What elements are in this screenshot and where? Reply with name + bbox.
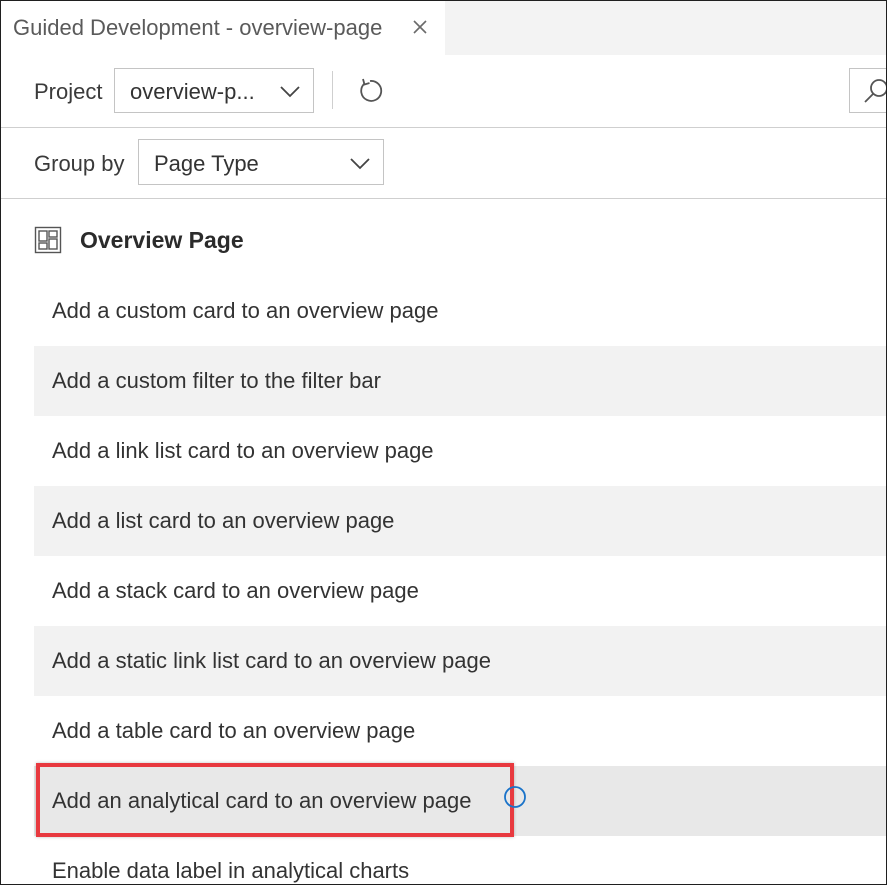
list-item-label: Enable data label in analytical charts: [52, 858, 410, 883]
list-item-label: Add a stack card to an overview page: [52, 578, 419, 603]
list-item[interactable]: Add a static link list card to an overvi…: [34, 626, 886, 696]
group-by-bar: Group by Page Type: [1, 128, 886, 199]
tab-guided-development[interactable]: Guided Development - overview-page: [1, 1, 445, 55]
group-by-select-value: Page Type: [154, 151, 259, 176]
group-by-label: Group by: [34, 151, 125, 176]
list-item-label: Add a custom filter to the filter bar: [52, 368, 381, 393]
list-item-label: Add a table card to an overview page: [52, 718, 416, 743]
search-icon: [864, 79, 886, 103]
info-icon[interactable]: [503, 785, 527, 809]
list-item-label: Add a custom card to an overview page: [52, 298, 439, 323]
list-item[interactable]: Enable data label in analytical charts: [34, 836, 886, 884]
refresh-icon[interactable]: [355, 76, 385, 106]
list-item[interactable]: Add a link list card to an overview page: [34, 416, 886, 486]
list-item-label: Add a link list card to an overview page: [52, 438, 434, 463]
overview-page-icon: [34, 226, 62, 254]
list-item[interactable]: Add a stack card to an overview page: [34, 556, 886, 626]
section-title: Overview Page: [80, 227, 244, 253]
list-item[interactable]: Add a custom filter to the filter bar: [34, 346, 886, 416]
guided-development-panel: Guided Development - overview-page Proje…: [0, 0, 887, 885]
guided-development-list: Add a custom card to an overview page Ad…: [34, 276, 886, 884]
list-item[interactable]: Add a custom card to an overview page: [34, 276, 886, 346]
chevron-down-icon: [278, 79, 302, 103]
list-item-label: Add a static link list card to an overvi…: [52, 648, 492, 673]
project-toolbar: Project overview-p...: [1, 55, 886, 128]
project-label: Project: [34, 79, 103, 104]
chevron-down-icon: [348, 151, 372, 175]
list-item-label: Add a list card to an overview page: [52, 508, 395, 533]
list-item[interactable]: Add a table card to an overview page: [34, 696, 886, 766]
search-button[interactable]: [849, 68, 886, 113]
tab-title: Guided Development - overview-page: [13, 15, 383, 40]
tab-bar: Guided Development - overview-page: [1, 1, 886, 55]
toolbar-divider: [332, 71, 333, 109]
group-by-select[interactable]: Page Type: [138, 139, 384, 185]
project-select[interactable]: overview-p...: [114, 68, 314, 113]
list-item-analytical-card[interactable]: Add an analytical card to an overview pa…: [34, 766, 886, 836]
list-item[interactable]: Add a list card to an overview page: [34, 486, 886, 556]
project-select-value: overview-p...: [130, 79, 255, 104]
list-item-label: Add an analytical card to an overview pa…: [52, 788, 472, 813]
close-icon[interactable]: [407, 14, 433, 40]
